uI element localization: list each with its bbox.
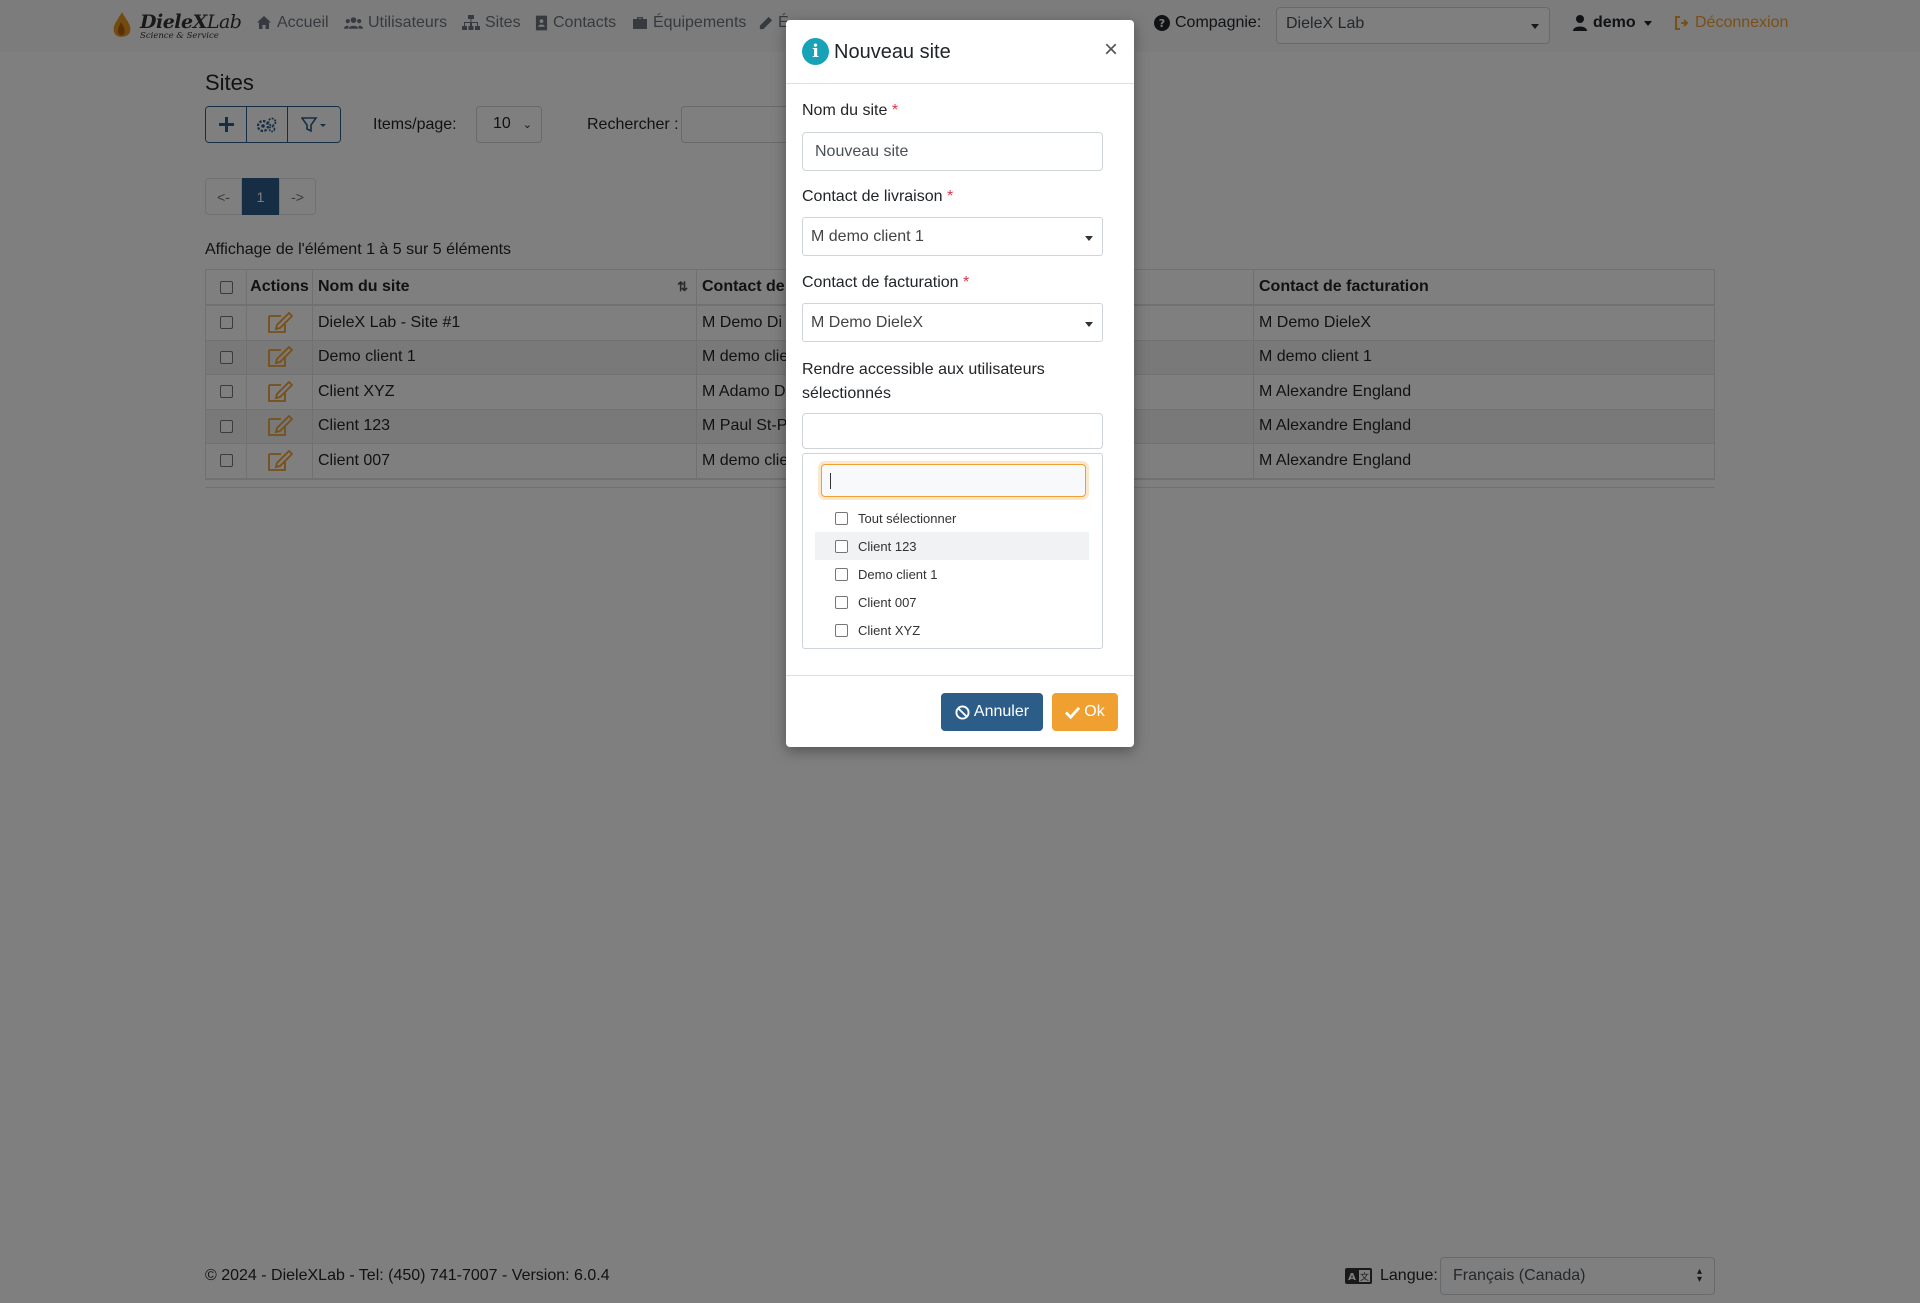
modal-footer-divider [786,675,1134,676]
shipping-contact-label: Contact de livraison * [802,188,954,205]
new-site-modal: i Nouveau site × Nom du site * Nouveau s… [786,20,1134,747]
required-mark: * [963,274,970,291]
check-icon [1065,706,1081,719]
text-cursor [830,473,831,489]
shipping-contact-select[interactable]: M demo client 1 [802,217,1103,256]
option-label: Demo client 1 [858,566,938,582]
billing-contact-label: Contact de facturation * [802,274,970,291]
access-users-label: Rendre accessible aux utilisateurs sélec… [802,361,1045,402]
site-name-input[interactable]: Nouveau site [802,132,1103,171]
billing-contact-select[interactable]: M Demo DieleX [802,303,1103,342]
shipping-contact-value: M demo client 1 [811,228,924,245]
access-users-multiselect[interactable] [802,413,1103,449]
caret-down-icon [1085,236,1093,241]
option-label: Client 007 [858,594,917,610]
option-checkbox[interactable] [835,595,848,609]
ban-icon [955,704,970,720]
caret-down-icon [1085,322,1093,327]
multiselect-dropdown: Tout sélectionner Client 123 Demo client 1… [802,453,1103,649]
option-label: Client XYZ [858,622,921,638]
billing-contact-value: M Demo DieleX [811,314,924,331]
user-option[interactable]: Demo client 1 [815,560,1089,588]
modal-header: i Nouveau site × [786,20,1134,84]
close-button[interactable]: × [1104,38,1118,62]
site-name-label: Nom du site * [802,102,899,119]
option-checkbox[interactable] [835,511,848,525]
option-label: Client 123 [858,538,917,554]
cancel-label: Annuler [973,703,1030,720]
option-checkbox[interactable] [835,539,848,553]
user-option[interactable]: Client 123 [815,532,1089,560]
multiselect-filter-input[interactable] [821,464,1086,497]
option-checkbox[interactable] [835,623,848,637]
option-checkbox[interactable] [835,567,848,581]
info-icon: i [802,38,829,65]
ok-label: Ok [1084,703,1105,720]
user-option[interactable]: Client XYZ [815,616,1089,644]
user-option[interactable]: Client 007 [815,588,1089,616]
cancel-button[interactable]: Annuler [941,693,1043,731]
ok-button[interactable]: Ok [1052,693,1118,731]
required-mark: * [891,102,899,119]
select-all-option[interactable]: Tout sélectionner [815,504,1089,532]
option-label: Tout sélectionner [858,510,957,526]
modal-title: Nouveau site [834,41,951,63]
required-mark: * [946,188,954,205]
